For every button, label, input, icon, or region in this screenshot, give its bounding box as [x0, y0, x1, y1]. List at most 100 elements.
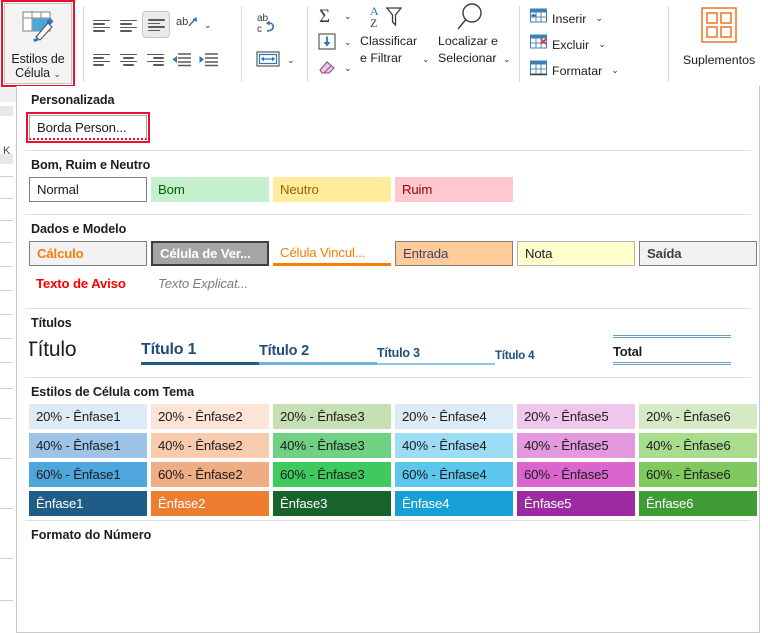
chevron-down-icon[interactable]: ⌄: [595, 13, 603, 24]
style-swatch[interactable]: 20% - Ênfase3: [273, 404, 391, 429]
addins-button[interactable]: Suplementos: [676, 5, 762, 83]
increase-indent-icon[interactable]: [196, 48, 222, 70]
row-gridline: [0, 458, 13, 459]
style-swatch[interactable]: 20% - Ênfase2: [151, 404, 269, 429]
custom-styles-row: Borda Person...: [17, 112, 759, 146]
style-swatch[interactable]: Ênfase2: [151, 491, 269, 516]
title-style-swatch[interactable]: Título 4: [495, 335, 613, 365]
style-swatch[interactable]: Ênfase4: [395, 491, 513, 516]
insert-cells-label: Inserir: [552, 11, 587, 26]
style-swatch[interactable]: Saída: [639, 241, 757, 266]
ribbon-separator: [668, 6, 669, 82]
chevron-down-icon[interactable]: ⌄: [611, 65, 619, 76]
style-swatch[interactable]: 40% - Ênfase3: [273, 433, 391, 458]
format-cells-button[interactable]: Formatar ⌄: [530, 60, 619, 81]
style-swatch[interactable]: Entrada: [395, 241, 513, 266]
sort-filter-label-line1[interactable]: Classificar: [360, 34, 417, 49]
style-swatch[interactable]: Ênfase3: [273, 491, 391, 516]
row-gridline: [0, 418, 13, 419]
style-swatch[interactable]: 60% - Ênfase1: [29, 462, 147, 487]
style-swatch[interactable]: Normal: [29, 177, 147, 202]
chevron-down-icon[interactable]: ⌄: [344, 64, 352, 73]
title-style-swatch[interactable]: Total: [613, 335, 731, 365]
style-label: Ruim: [402, 182, 433, 197]
style-swatch[interactable]: Célula Vincul...: [273, 241, 391, 266]
chevron-down-icon[interactable]: ⌄: [344, 38, 352, 47]
section-heading-bom-ruim-neutro: Bom, Ruim e Neutro: [31, 158, 151, 172]
style-label: 40% - Ênfase5: [524, 438, 609, 453]
sort-filter-label-line2[interactable]: e Filtrar: [360, 51, 402, 66]
title-style-swatch[interactable]: Título: [29, 335, 141, 365]
chevron-down-icon[interactable]: ⌄: [422, 55, 430, 64]
style-swatch[interactable]: 60% - Ênfase6: [639, 462, 757, 487]
chevron-down-icon[interactable]: ⌄: [598, 39, 606, 50]
style-swatch[interactable]: Ênfase1: [29, 491, 147, 516]
eraser-clear-icon[interactable]: [314, 56, 340, 78]
align-right-icon[interactable]: [142, 48, 168, 70]
style-swatch[interactable]: 40% - Ênfase1: [29, 433, 147, 458]
style-swatch[interactable]: Ruim: [395, 177, 513, 202]
style-swatch[interactable]: 60% - Ênfase3: [273, 462, 391, 487]
style-swatch[interactable]: Neutro: [273, 177, 391, 202]
find-select-label-line2[interactable]: Selecionar: [438, 51, 497, 66]
chevron-down-icon[interactable]: ⌄: [287, 56, 295, 65]
style-swatch[interactable]: 20% - Ênfase4: [395, 404, 513, 429]
chevron-down-icon[interactable]: ⌄: [344, 12, 352, 21]
style-swatch[interactable]: Célula de Ver...: [151, 241, 269, 266]
title-style-swatch[interactable]: Título 3: [377, 335, 495, 365]
insert-cells-button[interactable]: Inserir ⌄: [530, 8, 603, 29]
style-swatch[interactable]: Bom: [151, 177, 269, 202]
merge-center-icon[interactable]: [254, 46, 282, 72]
format-cells-label: Formatar: [552, 63, 603, 78]
style-label: Borda Person...: [37, 119, 127, 135]
row-gridline: [0, 600, 13, 601]
style-swatch[interactable]: 20% - Ênfase5: [517, 404, 635, 429]
style-swatch[interactable]: 40% - Ênfase2: [151, 433, 269, 458]
style-label: 60% - Ênfase1: [36, 467, 121, 482]
style-swatch[interactable]: 40% - Ênfase6: [639, 433, 757, 458]
text-orientation-icon[interactable]: ab: [174, 12, 200, 36]
style-swatch[interactable]: Texto de Aviso: [29, 271, 147, 296]
chevron-down-icon[interactable]: ⌄: [503, 55, 511, 64]
title-style-swatch[interactable]: Título 2: [259, 335, 377, 365]
style-swatch[interactable]: Cálculo: [29, 241, 147, 266]
style-swatch[interactable]: 20% - Ênfase6: [639, 404, 757, 429]
title-style-swatch[interactable]: Título 1: [141, 335, 259, 365]
sort-filter-icon[interactable]: A Z: [370, 3, 406, 29]
delete-cells-icon: [530, 34, 547, 55]
style-swatch[interactable]: 40% - Ênfase4: [395, 433, 513, 458]
decrease-indent-icon[interactable]: [169, 48, 195, 70]
delete-cells-button[interactable]: Excluir ⌄: [530, 34, 606, 55]
cell-styles-button[interactable]: Estilos de Célula ⌄: [4, 3, 72, 84]
align-top-icon[interactable]: [88, 14, 114, 36]
chevron-down-icon[interactable]: ⌄: [53, 69, 61, 79]
fill-down-icon[interactable]: [314, 30, 340, 52]
align-center-icon[interactable]: [115, 48, 141, 70]
row-gridline: [0, 508, 13, 509]
wrap-text-icon[interactable]: ab c: [254, 10, 282, 36]
find-select-magnifier-icon[interactable]: [452, 2, 488, 32]
theme-style-row: 40% - Ênfase1 40% - Ênfase2 40% - Ênfase3 4…: [29, 433, 759, 458]
find-select-label-line1[interactable]: Localizar e: [438, 34, 498, 49]
align-left-icon[interactable]: [88, 48, 114, 70]
style-swatch[interactable]: Ênfase6: [639, 491, 757, 516]
style-swatch[interactable]: 60% - Ênfase2: [151, 462, 269, 487]
style-borda-personalizada[interactable]: Borda Person...: [29, 115, 147, 140]
style-swatch[interactable]: Texto Explicat...: [151, 271, 269, 296]
chevron-down-icon[interactable]: ⌄: [204, 21, 212, 30]
style-swatch[interactable]: Nota: [517, 241, 635, 266]
row-gridline: [0, 266, 13, 267]
style-swatch[interactable]: Ênfase5: [517, 491, 635, 516]
style-swatch[interactable]: 20% - Ênfase1: [29, 404, 147, 429]
align-middle-icon[interactable]: [115, 14, 141, 36]
row-gridline: [0, 242, 13, 243]
style-swatch[interactable]: 40% - Ênfase5: [517, 433, 635, 458]
style-swatch[interactable]: 60% - Ênfase4: [395, 462, 513, 487]
delete-cells-label: Excluir: [552, 37, 590, 52]
row-gridline: [0, 220, 13, 221]
style-swatch[interactable]: 60% - Ênfase5: [517, 462, 635, 487]
align-bottom-icon[interactable]: [142, 11, 170, 38]
style-label: 40% - Ênfase2: [158, 438, 243, 453]
autosum-sigma-icon[interactable]: Σ: [314, 4, 340, 26]
svg-text:ab: ab: [176, 16, 188, 28]
